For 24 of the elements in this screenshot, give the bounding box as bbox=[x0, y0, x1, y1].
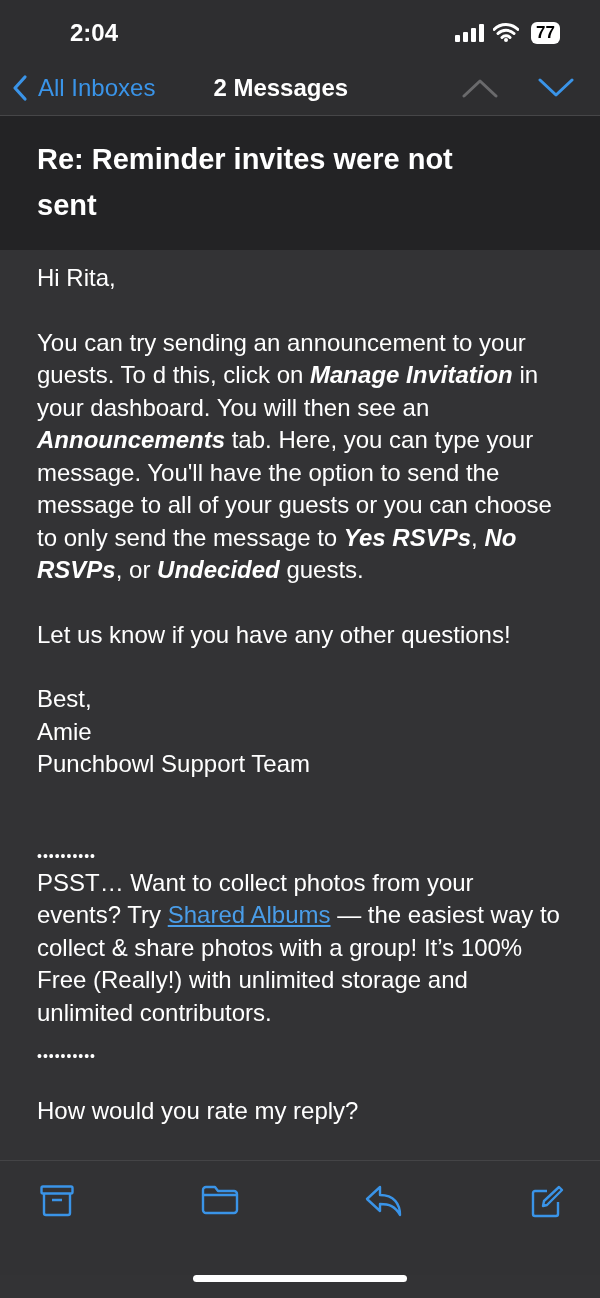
body-paragraph: Hi Rita, bbox=[37, 263, 117, 294]
signature-line: Punchbowl Support Team bbox=[37, 749, 311, 780]
email-subject: Re: Reminder invites were not sent bbox=[37, 142, 454, 224]
folder-icon[interactable] bbox=[200, 1184, 239, 1215]
body-paragraph: You can try sending an announcement to your guests. To d this, click on Manage Invitation in your dashboard. You will then see an Announcements tab. Here, you can type your message. You'll have the option to send the message to all of your guests or you can choose to only send the message to Yes RSVPs, No RSVPs, or Undecided guests. bbox=[37, 327, 553, 586]
dot-separator: •••••••••• bbox=[37, 846, 97, 866]
status-time: 2:04 bbox=[70, 18, 119, 47]
reply-icon[interactable] bbox=[365, 1184, 404, 1217]
chevron-down-icon[interactable] bbox=[538, 77, 574, 98]
back-chevron-icon[interactable] bbox=[12, 73, 28, 102]
signature-line: Amie bbox=[37, 716, 92, 747]
promo-paragraph: PSST… Want to collect photos from your events? Try Shared Albums — the easiest way to collect & share photos with a group! It’s 100% Free (Really!) with unlimited storage and unlimited contributors. bbox=[37, 867, 561, 1028]
compose-icon[interactable] bbox=[529, 1184, 564, 1219]
message-count: 2 Messages bbox=[213, 73, 349, 102]
body-paragraph: Let us know if you have any other questions! bbox=[37, 619, 512, 650]
battery-level: 77 bbox=[531, 21, 560, 44]
dot-separator: •••••••••• bbox=[37, 1047, 97, 1067]
wifi-icon bbox=[493, 23, 520, 43]
signature-line: Best, bbox=[37, 684, 92, 715]
shared-albums-link[interactable]: Shared Albums bbox=[167, 901, 331, 929]
signal-icon bbox=[455, 23, 486, 42]
back-button[interactable]: All Inboxes bbox=[12, 73, 156, 102]
body-paragraph: How would you rate my reply? bbox=[37, 1096, 360, 1127]
archive-box-icon[interactable] bbox=[40, 1184, 74, 1217]
